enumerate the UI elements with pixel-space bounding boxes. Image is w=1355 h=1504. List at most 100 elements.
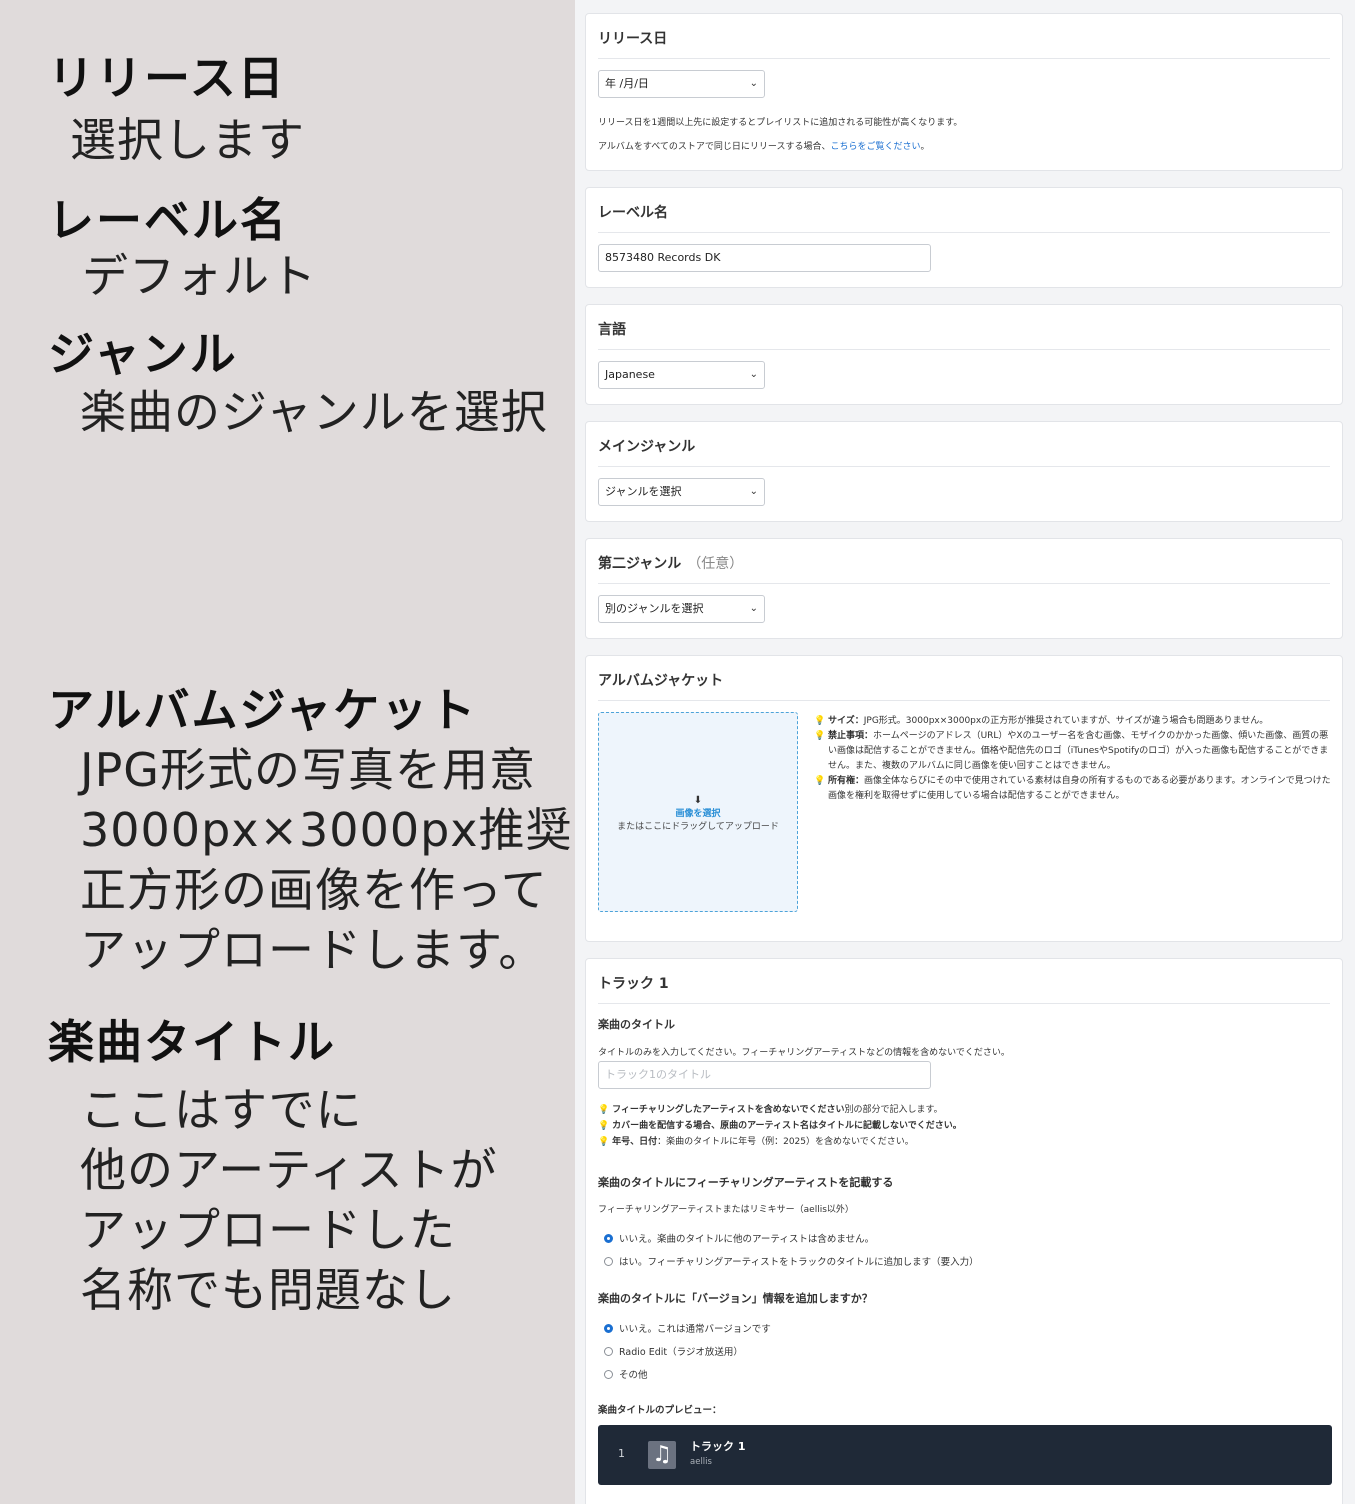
lightbulb-icon: 💡 <box>814 776 826 786</box>
release-date-value: 年 /月/日 <box>605 77 649 90</box>
main-genre-card: メインジャンル ジャンルを選択 ⌄ <box>585 421 1343 522</box>
label-name-card: レーベル名 8573480 Records DK <box>585 187 1343 288</box>
track-title-preview: 1 ♫ トラック 1 aellis <box>598 1425 1332 1485</box>
lightbulb-icon: 💡 <box>598 1105 610 1115</box>
annotation-genre-heading: ジャンル <box>48 327 238 381</box>
release-date-note: リリース日を1週間以上先に設定するとプレイリストに追加される可能性が高くなります… <box>598 118 963 128</box>
radio-unselected[interactable] <box>604 1347 613 1356</box>
select-image-button[interactable]: 画像を選択 <box>599 806 797 819</box>
guideline-ownership-label: 所有権： <box>828 776 865 786</box>
jacket-guidelines: 💡 サイズ：JPG形式。3000px×3000pxの正方形が推奨されていますが、サ… <box>814 714 1334 804</box>
annotation-song-title-line-4: 名称でも問題なし <box>80 1263 456 1317</box>
version-option-normal-label: いいえ。これは通常バージョンです <box>619 1324 771 1335</box>
release-date-card: リリース日 年 /月/日 ⌄ リリース日を1週間以上先に設定するとプレイリストに… <box>585 13 1343 171</box>
second-genre-title: 第二ジャンル （任意） <box>598 539 1330 584</box>
language-select[interactable]: Japanese ⌄ <box>598 361 765 389</box>
guideline-size-text: JPG形式。3000px×3000pxの正方形が推奨されていますが、サイズが違う… <box>863 716 1269 726</box>
lightbulb-icon: 💡 <box>814 716 826 726</box>
annotation-release-heading: リリース日 <box>48 51 286 105</box>
release-date-note-2: アルバムをすべてのストアで同じ日にリリースする場合、こちらをご覧ください。 <box>598 139 930 152</box>
language-title: 言語 <box>598 305 1330 350</box>
release-date-note-2-text: アルバムをすべてのストアで同じ日にリリースする場合、 <box>598 142 831 152</box>
guideline-prohibited: 💡 禁止事項：ホームページのアドレス（URL）やXのユーザー名を含む画像、モザイク… <box>814 729 1334 774</box>
radio-selected[interactable] <box>604 1234 613 1243</box>
tip-featuring: 💡 フィーチャリングしたアーティストを含めないでください別の部分で記入します。 <box>598 1102 943 1115</box>
tip-featuring-text: 別の部分で記入します。 <box>844 1105 943 1115</box>
radio-selected[interactable] <box>604 1324 613 1333</box>
guideline-size-label: サイズ： <box>828 716 864 726</box>
lightbulb-icon: 💡 <box>814 731 826 741</box>
guideline-ownership: 💡 所有権：画像全体ならびにその中で使用されている素材は自身の所有するものである必… <box>814 774 1334 804</box>
tip-year-label: 年号、日付 <box>612 1137 658 1147</box>
second-genre-card: 第二ジャンル （任意） 別のジャンルを選択 ⌄ <box>585 538 1343 639</box>
chevron-down-icon: ⌄ <box>749 486 758 497</box>
featuring-option-no-label: いいえ。楽曲のタイトルに他のアーティストは含めません。 <box>619 1234 875 1245</box>
tip-featuring-label: フィーチャリングしたアーティストを含めないでください <box>612 1105 845 1115</box>
tip-cover: 💡 カバー曲を配信する場合、原曲のアーティスト名はタイトルに記載しないでください… <box>598 1118 962 1131</box>
guideline-prohibited-label: 禁止事項： <box>828 731 874 741</box>
second-genre-title-text: 第二ジャンル <box>598 556 682 572</box>
track-1-title: トラック 1 <box>598 959 1330 1004</box>
tip-year: 💡 年号、日付：楽曲のタイトルに年号（例：2025）を含めないでください。 <box>598 1134 914 1147</box>
second-genre-select[interactable]: 別のジャンルを選択 ⌄ <box>598 595 765 623</box>
annotation-jacket-line-3: 正方形の画像を作って <box>80 863 548 917</box>
label-name-title: レーベル名 <box>598 188 1330 233</box>
album-jacket-card: アルバムジャケット ⬇ 画像を選択 またはここにドラッグしてアップロード 💡 サイ… <box>585 655 1343 942</box>
preview-track-number: 1 <box>618 1447 625 1460</box>
annotation-song-title-line-2: 他のアーティストが <box>80 1143 498 1197</box>
release-date-title: リリース日 <box>598 14 1330 59</box>
annotation-genre-line: 楽曲のジャンルを選択 <box>80 385 548 439</box>
version-option-normal[interactable]: いいえ。これは通常バージョンです <box>604 1321 771 1335</box>
lightbulb-icon: 💡 <box>598 1121 610 1131</box>
upload-icon: ⬇ <box>693 795 703 806</box>
release-form: リリース日 年 /月/日 ⌄ リリース日を1週間以上先に設定するとプレイリストに… <box>575 0 1355 1504</box>
label-name-input[interactable]: 8573480 Records DK <box>598 244 931 272</box>
upload-hint: またはここにドラッグしてアップロード <box>617 822 779 832</box>
chevron-down-icon: ⌄ <box>749 603 758 614</box>
optional-label: （任意） <box>687 556 744 572</box>
annotation-song-title-line-1: ここはすでに <box>80 1083 363 1137</box>
annotation-jacket-line-1: JPG形式の写真を用意 <box>80 743 536 797</box>
chevron-down-icon: ⌄ <box>749 78 758 89</box>
release-date-help-link[interactable]: こちらをご覧ください <box>830 142 920 152</box>
annotation-panel: リリース日 選択します レーベル名 デフォルト ジャンル 楽曲のジャンルを選択 … <box>0 0 575 1504</box>
version-option-other[interactable]: その他 <box>604 1367 648 1381</box>
annotation-jacket-heading: アルバムジャケット <box>48 683 478 737</box>
music-note-icon: ♫ <box>648 1441 676 1469</box>
tip-cover-label: カバー曲を配信する場合、原曲のアーティスト名はタイトルに記載しないでください。 <box>612 1121 962 1131</box>
version-option-radio-edit-label: Radio Edit（ラジオ放送用） <box>619 1347 743 1358</box>
song-title-help: タイトルのみを入力してください。フィーチャリングアーティストなどの情報を含めない… <box>598 1048 1010 1058</box>
release-date-picker[interactable]: 年 /月/日 ⌄ <box>598 70 765 98</box>
radio-unselected[interactable] <box>604 1370 613 1379</box>
featuring-heading: 楽曲のタイトルにフィーチャリングアーティストを記載する <box>598 1176 894 1189</box>
main-genre-title: メインジャンル <box>598 422 1330 467</box>
annotation-label-line: デフォルト <box>82 249 317 303</box>
jacket-upload-dropzone[interactable]: ⬇ 画像を選択 またはここにドラッグしてアップロード <box>598 712 798 912</box>
annotation-song-title-line-3: アップロードした <box>80 1203 456 1257</box>
featuring-option-yes-label: はい。フィーチャリングアーティストをトラックのタイトルに追加します（要入力） <box>619 1257 979 1268</box>
lightbulb-icon: 💡 <box>598 1137 610 1147</box>
language-value: Japanese <box>605 368 655 381</box>
track-1-card: トラック 1 楽曲のタイトル タイトルのみを入力してください。フィーチャリングア… <box>585 958 1343 1504</box>
guideline-size: 💡 サイズ：JPG形式。3000px×3000pxの正方形が推奨されていますが、サ… <box>814 714 1334 729</box>
main-genre-select[interactable]: ジャンルを選択 ⌄ <box>598 478 765 506</box>
guideline-prohibited-text: ホームページのアドレス（URL）やXのユーザー名を含む画像、モザイクのかかった画… <box>828 731 1329 771</box>
chevron-down-icon: ⌄ <box>749 369 758 380</box>
release-date-note-2-suffix: 。 <box>920 142 930 152</box>
featuring-option-yes[interactable]: はい。フィーチャリングアーティストをトラックのタイトルに追加します（要入力） <box>604 1254 979 1268</box>
song-title-label: 楽曲のタイトル <box>598 1018 675 1031</box>
second-genre-value: 別のジャンルを選択 <box>605 602 704 615</box>
featuring-help: フィーチャリングアーティストまたはリミキサー（aellis以外） <box>598 1205 854 1215</box>
version-option-radio-edit[interactable]: Radio Edit（ラジオ放送用） <box>604 1344 743 1358</box>
radio-unselected[interactable] <box>604 1257 613 1266</box>
preview-artist-name: aellis <box>690 1457 712 1467</box>
tip-year-text: ：楽曲のタイトルに年号（例：2025）を含めないでください。 <box>657 1137 914 1147</box>
annotation-jacket-line-4: アップロードします。 <box>80 923 546 977</box>
language-card: 言語 Japanese ⌄ <box>585 304 1343 405</box>
preview-label: 楽曲タイトルのプレビュー： <box>598 1405 722 1416</box>
song-title-input[interactable]: トラック1のタイトル <box>598 1061 931 1089</box>
featuring-option-no[interactable]: いいえ。楽曲のタイトルに他のアーティストは含めません。 <box>604 1231 874 1245</box>
preview-track-title: トラック 1 <box>690 1440 746 1453</box>
guideline-ownership-text: 画像全体ならびにその中で使用されている素材は自身の所有するものである必要がありま… <box>828 776 1331 801</box>
annotation-release-line: 選択します <box>70 113 305 167</box>
